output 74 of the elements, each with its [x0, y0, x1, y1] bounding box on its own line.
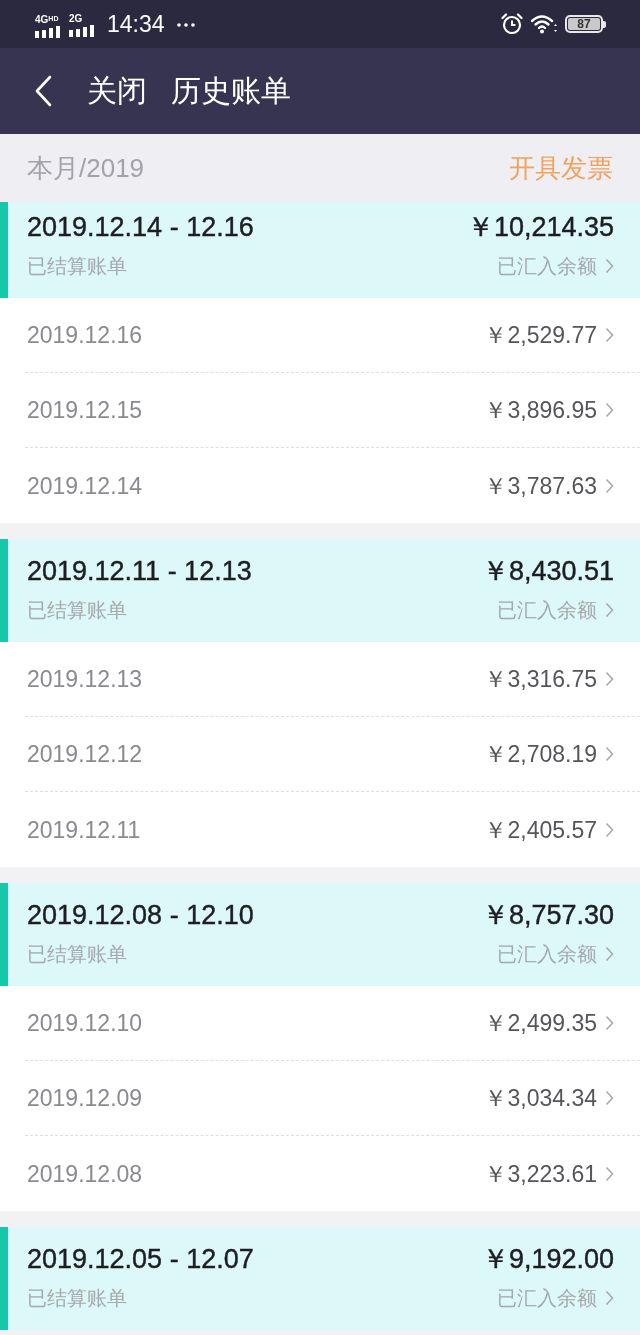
back-icon	[34, 75, 52, 107]
chevron-icon	[605, 1290, 614, 1306]
chevron-icon	[605, 671, 614, 687]
daily-bill-row[interactable]: 2019.12.14 ￥3,787.63	[25, 448, 640, 523]
day-date: 2019.12.12	[27, 740, 143, 768]
bill-status: 已结算账单	[27, 942, 127, 966]
bill-status: 已结算账单	[27, 254, 127, 278]
bill-period-header[interactable]: 2019.12.11 - 12.13 ￥8,430.51 已结算账单 已汇入余额	[0, 539, 640, 642]
period-label: 本月/2019	[27, 153, 145, 183]
alarm-clock-icon	[501, 13, 523, 35]
period-total: ￥9,192.00	[481, 1243, 614, 1275]
day-amount: ￥2,405.57	[484, 815, 597, 844]
day-date: 2019.12.09	[27, 1084, 143, 1112]
period-total: ￥8,757.30	[481, 899, 614, 931]
chevron-icon	[605, 1090, 614, 1106]
daily-bill-row[interactable]: 2019.12.08 ￥3,223.61	[25, 1136, 640, 1211]
day-amount: ￥2,499.35	[484, 1009, 597, 1037]
bill-period-header[interactable]: 2019.12.08 - 12.10 ￥8,757.30 已结算账单 已汇入余额	[0, 883, 640, 986]
chevron-icon	[605, 602, 614, 618]
daily-bill-row[interactable]: 2019.12.11 ￥2,405.57	[25, 792, 640, 867]
day-amount: ￥3,034.34	[484, 1084, 597, 1112]
close-button[interactable]: 关闭	[87, 73, 147, 109]
network-label: 2G	[69, 13, 83, 24]
more-icon	[176, 23, 195, 27]
period-total: ￥8,430.51	[481, 555, 614, 587]
period-range: 2019.12.05 - 12.07	[27, 1243, 254, 1275]
chevron-icon	[605, 1015, 614, 1031]
period-range: 2019.12.08 - 12.10	[27, 899, 254, 931]
signal-icon	[35, 25, 61, 38]
daily-bill-row[interactable]: 2019.12.09 ￥3,034.34	[25, 1061, 640, 1136]
period-range: 2019.12.11 - 12.13	[27, 555, 252, 587]
chevron-icon	[605, 402, 614, 418]
page-title: 历史账单	[171, 73, 291, 109]
day-amount: ￥2,708.19	[484, 740, 597, 768]
bill-status: 已结算账单	[27, 1286, 127, 1310]
signal-icon	[69, 25, 95, 37]
chevron-icon	[605, 477, 614, 494]
back-button[interactable]	[34, 75, 52, 107]
bill-status: 已结算账单	[27, 598, 127, 622]
day-date: 2019.12.16	[27, 321, 143, 349]
day-date: 2019.12.13	[27, 665, 143, 693]
day-amount: ￥3,316.75	[484, 665, 597, 693]
bill-period-header[interactable]: 2019.12.05 - 12.07 ￥9,192.00 已结算账单 已汇入余额	[0, 1227, 640, 1330]
wifi-icon	[531, 14, 557, 34]
settlement-status: 已汇入余额	[497, 942, 597, 966]
chevron-icon	[605, 946, 614, 962]
settlement-status: 已汇入余额	[497, 598, 597, 622]
chevron-icon	[605, 1165, 614, 1182]
chevron-icon	[605, 327, 614, 343]
clock-time: 14:34	[107, 11, 165, 37]
day-date: 2019.12.10	[27, 1009, 143, 1037]
day-amount: ￥3,896.95	[484, 396, 597, 424]
day-date: 2019.12.14	[27, 471, 143, 500]
bill-period-header[interactable]: 2019.12.14 - 12.16 ￥10,214.35 已结算账单 已汇入余额	[0, 202, 640, 298]
network-label: 4G$^{HD}$	[35, 12, 59, 25]
daily-bill-row[interactable]: 2019.12.13 ￥3,316.75	[25, 642, 640, 717]
day-amount: ￥3,223.61	[484, 1159, 597, 1188]
daily-bill-row[interactable]: 2019.12.12 ￥2,708.19	[25, 717, 640, 792]
chevron-icon	[605, 258, 614, 274]
chevron-icon	[605, 746, 614, 762]
settlement-status: 已汇入余额	[497, 1286, 597, 1310]
day-amount: ￥3,787.63	[484, 471, 597, 500]
daily-bill-row[interactable]: 2019.12.15 ￥3,896.95	[25, 373, 640, 448]
day-date: 2019.12.11	[27, 815, 141, 844]
period-range: 2019.12.14 - 12.16	[27, 211, 254, 243]
day-date: 2019.12.08	[27, 1159, 143, 1188]
period-total: ￥10,214.35	[466, 211, 614, 243]
daily-bill-row[interactable]: 2019.12.10 ￥2,499.35	[25, 986, 640, 1061]
day-date: 2019.12.15	[27, 396, 143, 424]
day-amount: ￥2,529.77	[484, 321, 597, 349]
battery-percent: 87	[568, 18, 600, 30]
settlement-status: 已汇入余额	[497, 254, 597, 278]
chevron-icon	[605, 821, 614, 838]
daily-bill-row[interactable]: 2019.12.16 ￥2,529.77	[25, 298, 640, 373]
